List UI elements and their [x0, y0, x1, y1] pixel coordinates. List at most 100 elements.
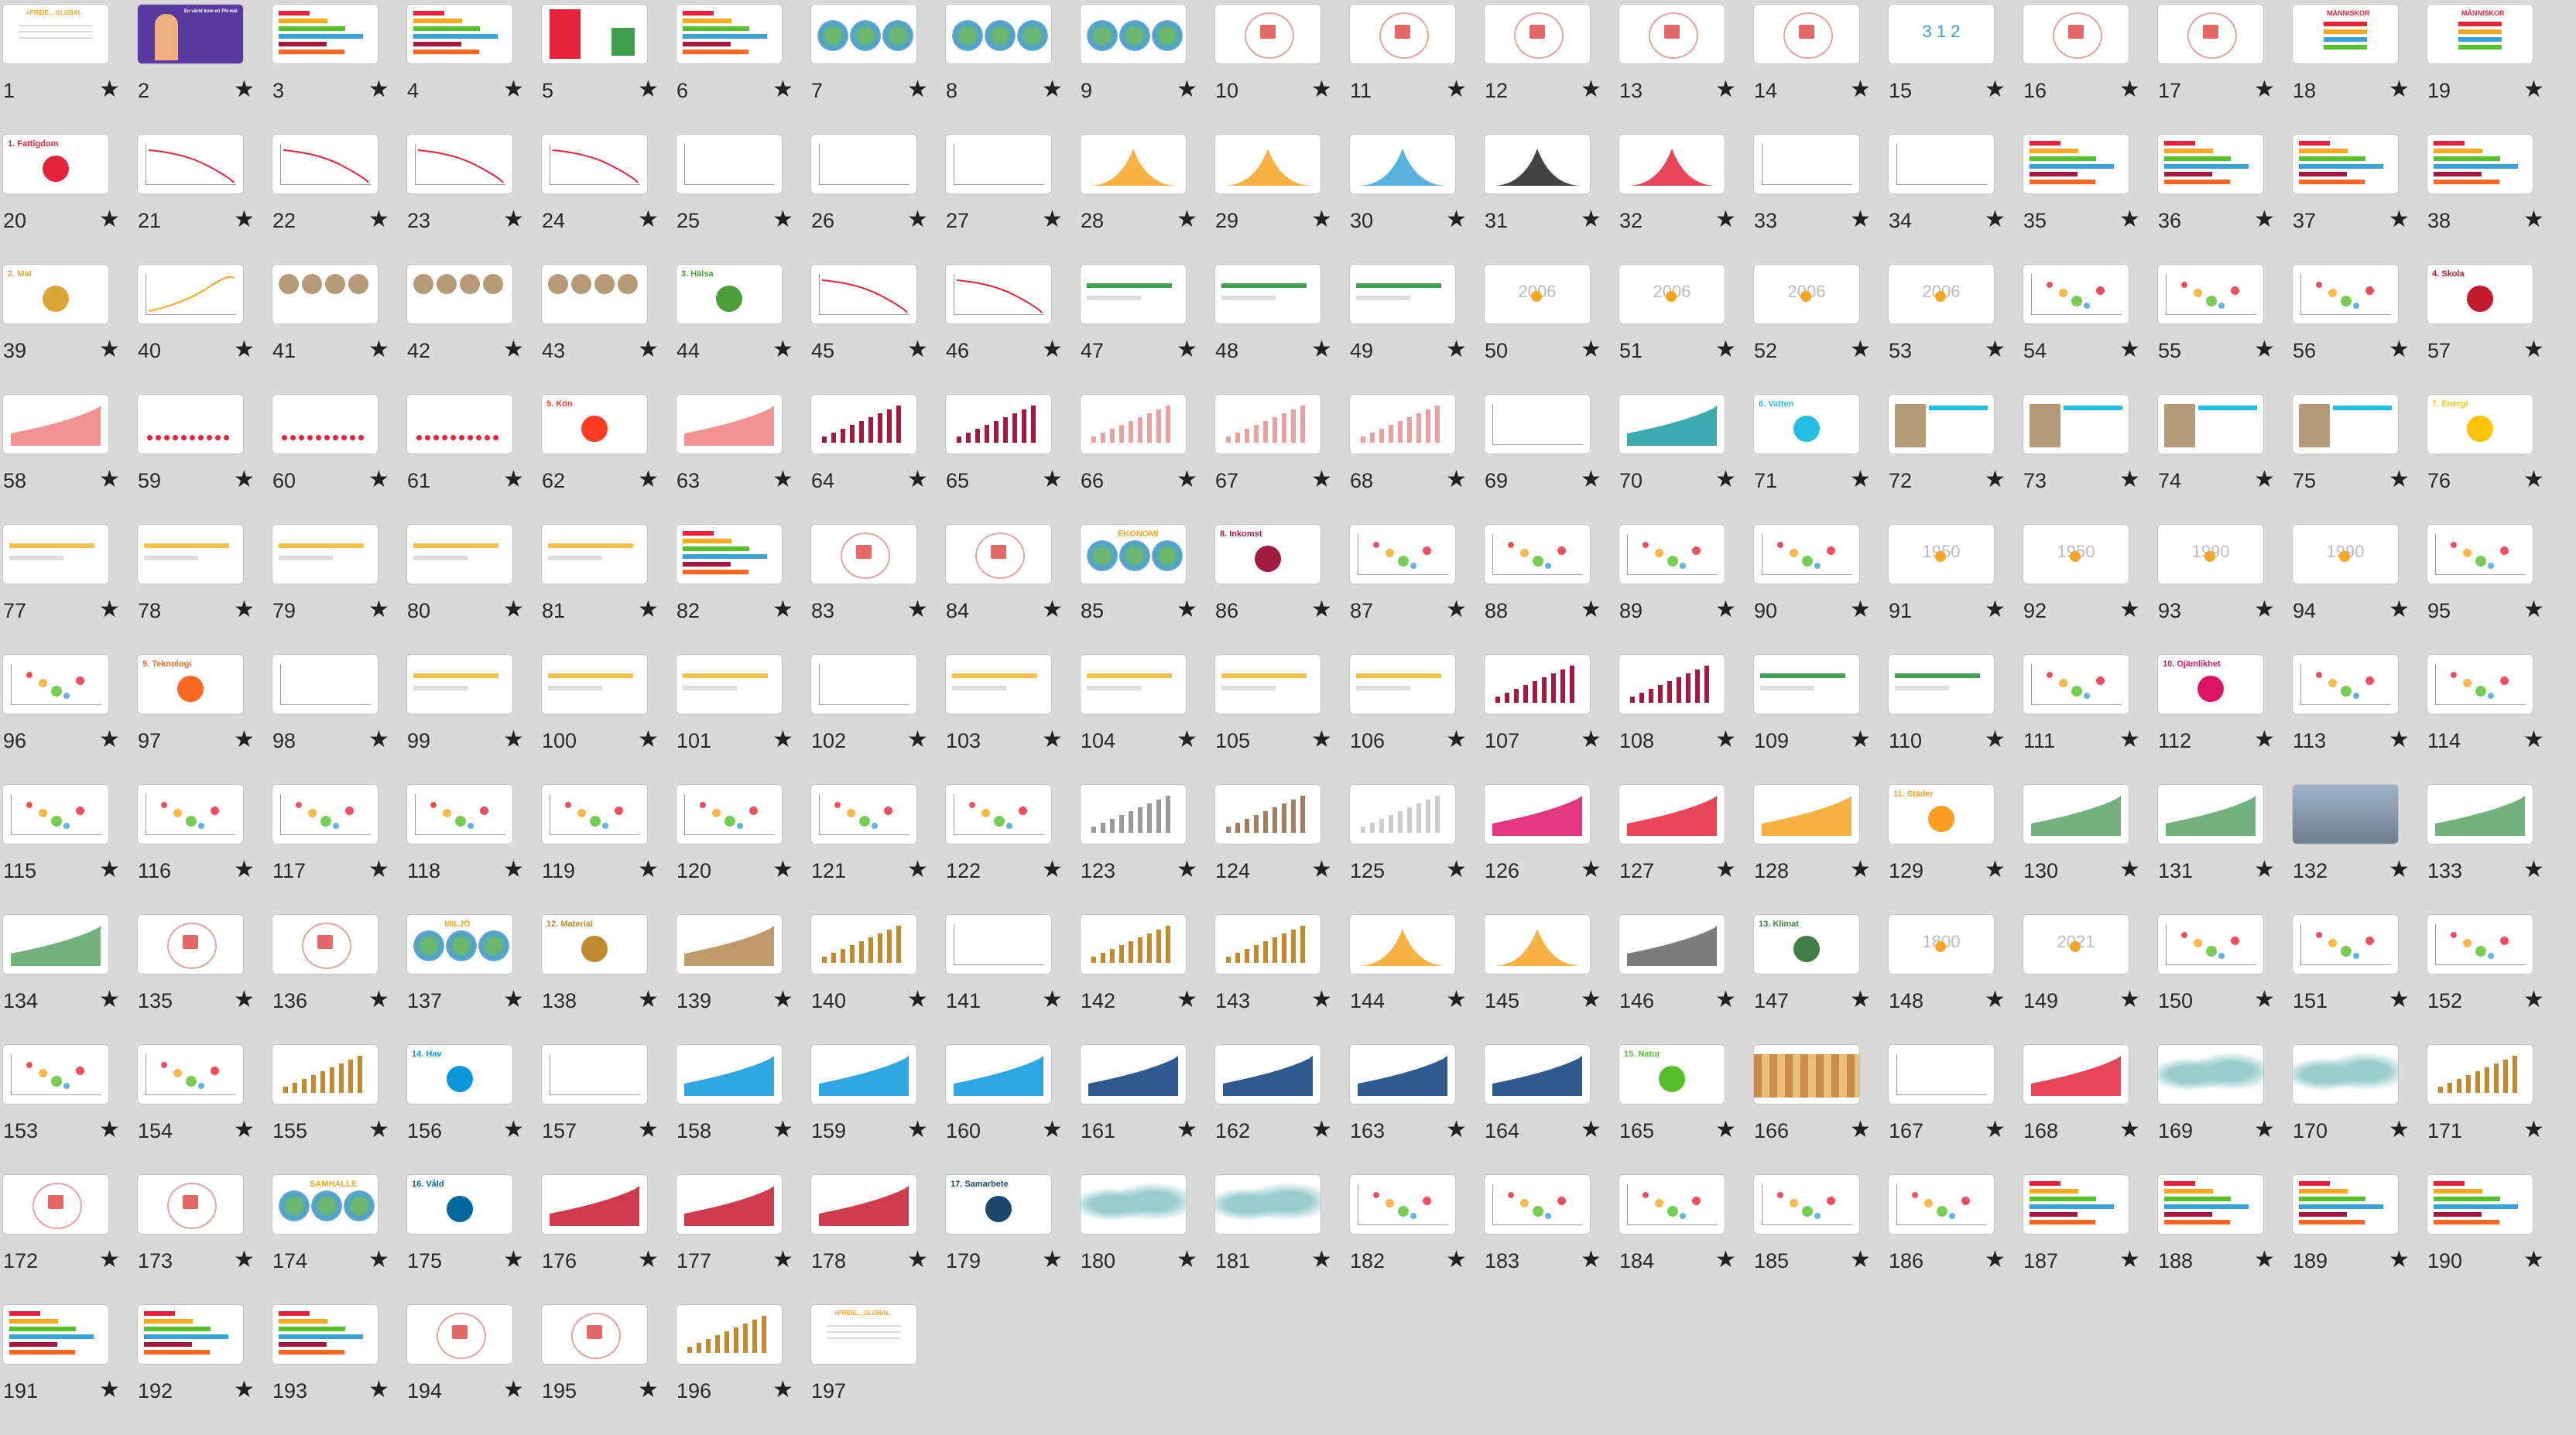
star-icon[interactable]: ★: [99, 1376, 120, 1403]
star-icon[interactable]: ★: [1581, 986, 1601, 1013]
star-icon[interactable]: ★: [1985, 1246, 2006, 1273]
slide-cell[interactable]: 193 ★: [272, 1305, 407, 1435]
slide-thumbnail[interactable]: [2293, 655, 2398, 714]
star-icon[interactable]: ★: [503, 76, 524, 103]
slide-cell[interactable]: 49 ★: [1350, 265, 1485, 395]
slide-cell[interactable]: 152 ★: [2427, 915, 2562, 1045]
star-icon[interactable]: ★: [1581, 856, 1601, 883]
slide-thumbnail[interactable]: En värld kom ett FN-mål: [138, 5, 243, 63]
star-icon[interactable]: ★: [1446, 466, 1467, 493]
star-icon[interactable]: ★: [2523, 726, 2544, 753]
star-icon[interactable]: ★: [907, 76, 928, 103]
star-icon[interactable]: ★: [1985, 1116, 2006, 1143]
slide-thumbnail[interactable]: [1081, 1175, 1186, 1234]
slide-cell[interactable]: 6 ★: [677, 5, 811, 135]
slide-cell[interactable]: 134 ★: [3, 915, 138, 1045]
slide-cell[interactable]: 155 ★: [272, 1045, 407, 1175]
slide-cell[interactable]: MÄNNISKOR 18 ★: [2293, 5, 2427, 135]
slide-cell[interactable]: 127 ★: [1619, 785, 1754, 915]
star-icon[interactable]: ★: [638, 856, 659, 883]
star-icon[interactable]: ★: [2389, 336, 2410, 363]
slide-cell[interactable]: 15. Natur 165 ★: [1619, 1045, 1754, 1175]
slide-cell[interactable]: 84 ★: [946, 525, 1081, 655]
slide-thumbnail[interactable]: [1754, 1045, 1859, 1104]
star-icon[interactable]: ★: [1311, 986, 1332, 1013]
star-icon[interactable]: ★: [1985, 986, 2006, 1013]
slide-cell[interactable]: 96 ★: [3, 655, 138, 785]
slide-cell[interactable]: 75 ★: [2293, 395, 2427, 525]
slide-thumbnail[interactable]: [2427, 1045, 2533, 1104]
star-icon[interactable]: ★: [1446, 596, 1467, 623]
star-icon[interactable]: ★: [1850, 596, 1871, 623]
slide-cell[interactable]: 14. Hav 156 ★: [407, 1045, 542, 1175]
slide-cell[interactable]: 176 ★: [542, 1175, 677, 1305]
star-icon[interactable]: ★: [1042, 76, 1063, 103]
slide-cell[interactable]: 8. Inkomst 86 ★: [1215, 525, 1350, 655]
slide-thumbnail[interactable]: [542, 525, 647, 584]
star-icon[interactable]: ★: [1177, 206, 1197, 233]
star-icon[interactable]: ★: [638, 336, 659, 363]
slide-thumbnail[interactable]: 10. Ojämlikhet: [2158, 655, 2263, 714]
slide-cell[interactable]: 173 ★: [138, 1175, 272, 1305]
star-icon[interactable]: ★: [1446, 1246, 1467, 1273]
slide-thumbnail[interactable]: [1081, 265, 1186, 324]
slide-cell[interactable]: 58 ★: [3, 395, 138, 525]
slide-thumbnail[interactable]: [2158, 265, 2263, 324]
star-icon[interactable]: ★: [1715, 986, 1736, 1013]
slide-cell[interactable]: 161 ★: [1081, 1045, 1215, 1175]
slide-cell[interactable]: 1990 93 ★: [2158, 525, 2293, 655]
star-icon[interactable]: ★: [234, 596, 255, 623]
star-icon[interactable]: ★: [234, 856, 255, 883]
slide-cell[interactable]: 10 ★: [1215, 5, 1350, 135]
slide-thumbnail[interactable]: [138, 395, 243, 454]
star-icon[interactable]: ★: [99, 856, 120, 883]
slide-cell[interactable]: 130 ★: [2023, 785, 2158, 915]
star-icon[interactable]: ★: [368, 726, 389, 753]
slide-thumbnail[interactable]: [1350, 1175, 1455, 1234]
slide-thumbnail[interactable]: [677, 915, 782, 974]
slide-thumbnail[interactable]: [677, 1175, 782, 1234]
slide-thumbnail[interactable]: [1485, 525, 1590, 584]
slide-cell[interactable]: 47 ★: [1081, 265, 1215, 395]
slide-thumbnail[interactable]: [1754, 5, 1859, 63]
slide-cell[interactable]: 27 ★: [946, 135, 1081, 265]
star-icon[interactable]: ★: [1715, 206, 1736, 233]
slide-cell[interactable]: 164 ★: [1485, 1045, 1619, 1175]
slide-thumbnail[interactable]: [1081, 1045, 1186, 1104]
slide-cell[interactable]: 74 ★: [2158, 395, 2293, 525]
slide-thumbnail[interactable]: [1485, 655, 1590, 714]
star-icon[interactable]: ★: [2119, 76, 2140, 103]
slide-cell[interactable]: 110 ★: [1889, 655, 2023, 785]
slide-cell[interactable]: 101 ★: [677, 655, 811, 785]
slide-cell[interactable]: 187 ★: [2023, 1175, 2158, 1305]
slide-cell[interactable]: 88 ★: [1485, 525, 1619, 655]
slide-thumbnail[interactable]: [1754, 655, 1859, 714]
slide-cell[interactable]: 111 ★: [2023, 655, 2158, 785]
slide-cell[interactable]: 143 ★: [1215, 915, 1350, 1045]
slide-thumbnail[interactable]: [1081, 915, 1186, 974]
star-icon[interactable]: ★: [772, 856, 793, 883]
slide-thumbnail[interactable]: [2023, 5, 2129, 63]
slide-cell[interactable]: 65 ★: [946, 395, 1081, 525]
slide-cell[interactable]: 56 ★: [2293, 265, 2427, 395]
slide-thumbnail[interactable]: [272, 655, 378, 714]
slide-thumbnail[interactable]: [946, 1045, 1051, 1104]
slide-thumbnail[interactable]: [1215, 265, 1321, 324]
slide-thumbnail[interactable]: [1889, 1045, 1994, 1104]
slide-cell[interactable]: 66 ★: [1081, 395, 1215, 525]
slide-thumbnail[interactable]: [1350, 915, 1455, 974]
slide-thumbnail[interactable]: [407, 265, 512, 324]
star-icon[interactable]: ★: [2119, 206, 2140, 233]
slide-thumbnail[interactable]: 8. Inkomst: [1215, 525, 1321, 584]
slide-cell[interactable]: 2006 50 ★: [1485, 265, 1619, 395]
slide-cell[interactable]: 3 ★: [272, 5, 407, 135]
star-icon[interactable]: ★: [2254, 856, 2275, 883]
slide-cell[interactable]: 2006 51 ★: [1619, 265, 1754, 395]
slide-thumbnail[interactable]: [1619, 5, 1725, 63]
slide-cell[interactable]: 126 ★: [1485, 785, 1619, 915]
star-icon[interactable]: ★: [1042, 986, 1063, 1013]
star-icon[interactable]: ★: [2254, 206, 2275, 233]
slide-cell[interactable]: 26 ★: [811, 135, 946, 265]
slide-thumbnail[interactable]: [1215, 915, 1321, 974]
star-icon[interactable]: ★: [1985, 206, 2006, 233]
